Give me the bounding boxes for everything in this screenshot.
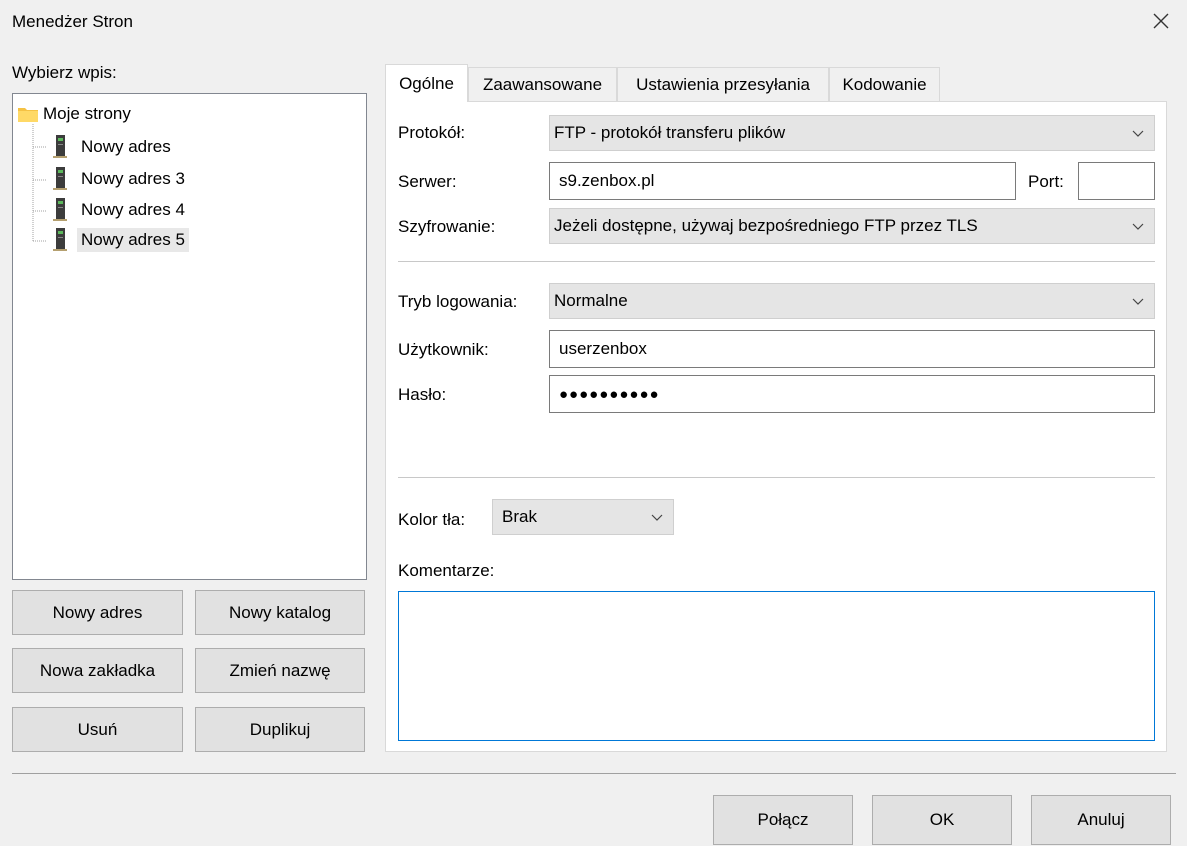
chevron-down-icon (1132, 216, 1144, 236)
new-bookmark-button[interactable]: Nowa zakładka (12, 648, 183, 693)
server-input[interactable]: s9.zenbox.pl (549, 162, 1016, 200)
tree-item-label: Nowy adres 5 (77, 228, 189, 252)
delete-button[interactable]: Usuń (12, 707, 183, 752)
server-icon (51, 197, 69, 223)
tree-item-site[interactable]: Nowy adres 4 (51, 196, 189, 224)
port-label: Port: (1028, 172, 1064, 191)
server-label: Serwer: (398, 172, 457, 191)
footer-divider (12, 773, 1176, 774)
divider (398, 261, 1155, 262)
chevron-down-icon (1132, 291, 1144, 311)
encryption-label: Szyfrowanie: (398, 217, 496, 236)
comments-label: Komentarze: (398, 561, 495, 580)
password-input[interactable]: ●●●●●●●●●● (549, 375, 1155, 413)
tree-item-label: Nowy adres 4 (81, 200, 185, 219)
tree-item-site[interactable]: Nowy adres 3 (51, 165, 189, 193)
window-title: Menedżer Stron (12, 12, 133, 31)
server-icon (51, 134, 69, 160)
logon-type-label: Tryb logowania: (398, 292, 518, 311)
chevron-down-icon (651, 507, 663, 527)
user-input[interactable]: userzenbox (549, 330, 1155, 368)
bgcolor-value: Brak (502, 507, 537, 526)
password-label: Hasło: (398, 385, 447, 404)
tab-general[interactable]: Ogólne (385, 64, 468, 102)
protocol-label: Protokół: (398, 123, 466, 142)
cancel-button[interactable]: Anuluj (1031, 795, 1171, 845)
tab-charset[interactable]: Kodowanie (829, 67, 940, 102)
connect-button[interactable]: Połącz (713, 795, 853, 845)
bgcolor-label: Kolor tła: (398, 510, 466, 529)
encryption-value: Jeżeli dostępne, używaj bezpośredniego F… (554, 216, 978, 235)
tab-transfer-settings[interactable]: Ustawienia przesyłania (617, 67, 829, 102)
server-icon (51, 227, 69, 253)
protocol-value: FTP - protokół transferu plików (554, 123, 786, 142)
tree-item-root[interactable]: Moje strony (17, 100, 135, 128)
general-panel: Protokół: FTP - protokół transferu plikó… (385, 101, 1167, 752)
comments-textarea[interactable] (398, 591, 1155, 741)
chevron-down-icon (1132, 123, 1144, 143)
logon-type-select[interactable]: Normalne (549, 283, 1155, 319)
logon-type-value: Normalne (554, 291, 628, 310)
divider (398, 477, 1155, 478)
ok-button[interactable]: OK (872, 795, 1012, 845)
folder-icon (17, 105, 39, 123)
tree-item-site[interactable]: Nowy adres (51, 133, 175, 161)
select-entry-label: Wybierz wpis: (12, 63, 117, 82)
protocol-select[interactable]: FTP - protokół transferu plików (549, 115, 1155, 151)
bgcolor-select[interactable]: Brak (492, 499, 674, 535)
tab-advanced[interactable]: Zaawansowane (468, 67, 617, 102)
tree-item-label: Nowy adres (81, 137, 171, 156)
rename-button[interactable]: Zmień nazwę (195, 648, 365, 693)
site-tree[interactable]: Moje strony Nowy adres Nowy adres 3 Nowy… (12, 93, 367, 580)
user-label: Użytkownik: (398, 340, 489, 359)
new-site-button[interactable]: Nowy adres (12, 590, 183, 635)
new-folder-button[interactable]: Nowy katalog (195, 590, 365, 635)
tree-item-label: Nowy adres 3 (81, 169, 185, 188)
duplicate-button[interactable]: Duplikuj (195, 707, 365, 752)
server-icon (51, 166, 69, 192)
encryption-select[interactable]: Jeżeli dostępne, używaj bezpośredniego F… (549, 208, 1155, 244)
tree-item-label: Moje strony (43, 104, 131, 123)
tree-item-site-selected[interactable]: Nowy adres 5 (51, 226, 189, 254)
close-icon[interactable] (1146, 6, 1176, 36)
port-input[interactable] (1078, 162, 1155, 200)
